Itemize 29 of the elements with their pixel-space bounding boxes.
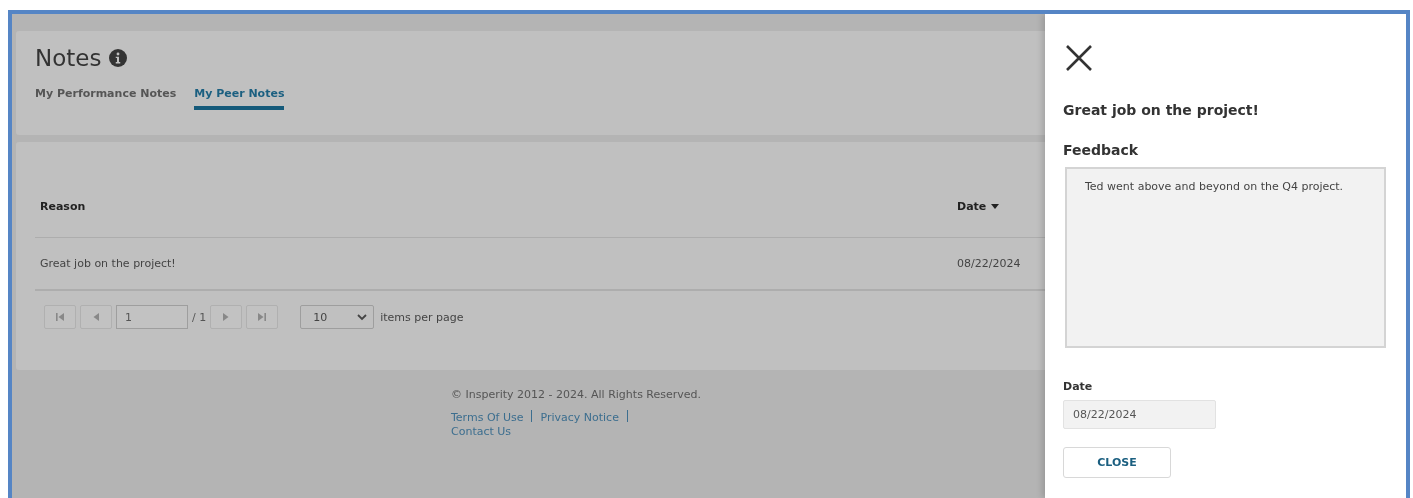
feedback-field[interactable]: Ted went above and beyond on the Q4 project. — [1065, 167, 1386, 348]
date-label: Date — [1063, 380, 1093, 393]
per-page-label: items per page — [380, 310, 464, 324]
info-icon[interactable] — [109, 49, 128, 67]
first-page-button[interactable] — [44, 305, 76, 329]
next-page-button[interactable] — [210, 305, 243, 329]
copyright-text: © Insperity 2012 - 2024. All Rights Reserved. — [451, 387, 703, 403]
date-field[interactable]: 08/22/2024 — [1063, 400, 1216, 429]
close-button[interactable]: CLOSE — [1063, 447, 1171, 478]
footer-link[interactable]: Contact Us — [451, 425, 512, 438]
column-header[interactable]: Reason — [40, 200, 86, 213]
table-cell-text: 08/22/2024 — [957, 257, 1022, 270]
column-header[interactable]: Date — [957, 200, 987, 213]
table-cell-text: Great job on the project! — [40, 257, 177, 270]
page-count: / 1 — [192, 310, 207, 324]
last-page-icon — [257, 312, 268, 322]
previous-icon — [91, 312, 101, 322]
note-title: Great job on the project! — [1063, 102, 1259, 118]
previous-page-button[interactable] — [80, 305, 112, 329]
tab[interactable]: My Performance Notes — [35, 83, 177, 110]
feedback-label: Feedback — [1063, 142, 1139, 158]
per-page-select[interactable]: 10 — [300, 305, 375, 329]
page-title: Notes — [35, 45, 102, 71]
close-icon[interactable] — [1065, 44, 1093, 72]
page-input[interactable]: 1 — [116, 305, 188, 329]
last-page-button[interactable] — [246, 305, 279, 329]
tab[interactable]: My Peer Notes — [194, 83, 285, 110]
first-page-icon — [55, 312, 65, 322]
chevron-down-icon — [357, 313, 368, 321]
